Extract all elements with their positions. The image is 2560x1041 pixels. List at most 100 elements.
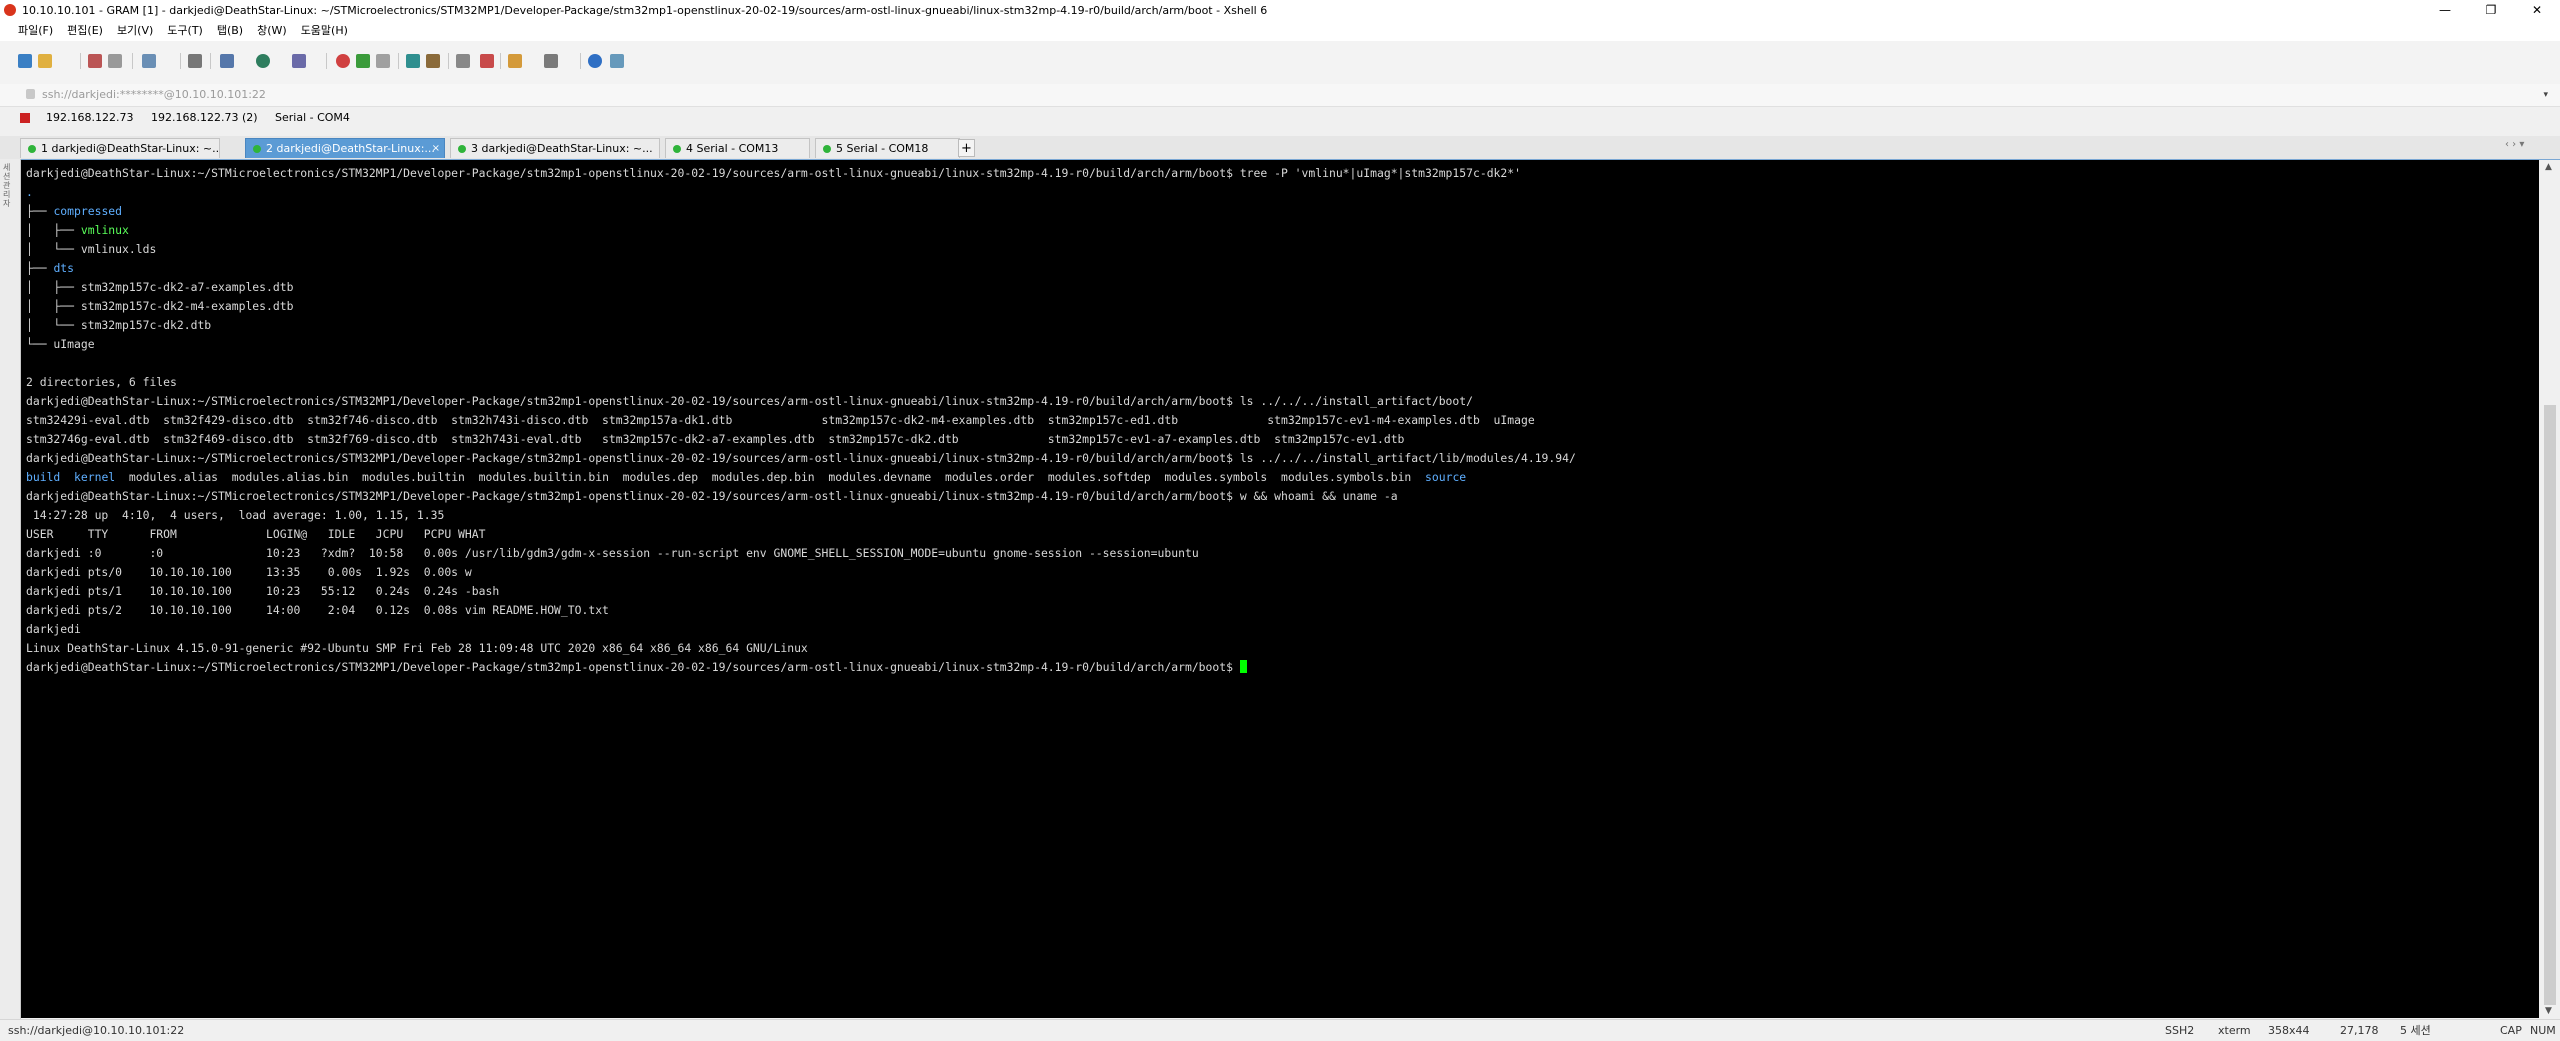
close-button[interactable]: ✕ — [2514, 0, 2560, 21]
session-link-192-168-122-73-2[interactable]: 192.168.122.73 (2) — [151, 107, 258, 129]
terminal-text: ├── — [26, 261, 54, 275]
window-controls: — ❐ ✕ — [2422, 0, 2560, 21]
minimize-button[interactable]: — — [2422, 0, 2468, 21]
terminal-text: . — [26, 185, 33, 199]
find-icon[interactable] — [188, 54, 202, 68]
terminal-line: darkjedi@DeathStar-Linux:~/STMicroelectr… — [26, 658, 2539, 677]
tab-session-1[interactable]: 1 darkjedi@DeathStar-Linux: ~... — [20, 138, 220, 158]
tab-session-2[interactable]: 2 darkjedi@DeathStar-Linux:... × — [245, 138, 445, 158]
terminal-line: darkjedi pts/2 10.10.10.100 14:00 2:04 0… — [26, 601, 2539, 620]
terminal-line: stm32746g-eval.dtb stm32f469-disco.dtb s… — [26, 430, 2539, 449]
menu-bar: 파일(F) 편집(E) 보기(V) 도구(T) 탭(B) 창(W) 도움말(H) — [0, 21, 2560, 41]
terminal-output[interactable]: darkjedi@DeathStar-Linux:~/STMicroelectr… — [21, 160, 2539, 1018]
tab-navigation-icon[interactable]: ‹ › ▾ — [2505, 139, 2524, 150]
scrollbar-thumb[interactable] — [2544, 405, 2556, 1005]
connected-status-icon — [28, 145, 36, 153]
toolbar-separator — [132, 53, 133, 69]
status-session-count: 5 세션 — [2400, 1024, 2431, 1037]
terminal-line: darkjedi@DeathStar-Linux:~/STMicroelectr… — [26, 164, 2539, 183]
tab-serial-com18[interactable]: 5 Serial - COM18 — [815, 138, 960, 158]
terminal-text: build — [26, 470, 61, 484]
xmanager-icon[interactable] — [356, 54, 370, 68]
terminal-text: 2 directories, 6 files — [26, 375, 177, 389]
layout-icon[interactable] — [544, 54, 558, 68]
toolbar-separator — [210, 53, 211, 69]
tab-label: 2 darkjedi@DeathStar-Linux:... — [266, 142, 435, 155]
session-link-192-168-122-73[interactable]: 192.168.122.73 — [46, 107, 133, 129]
close-tab-icon[interactable]: × — [432, 139, 440, 158]
terminal-line: │ ├── stm32mp157c-dk2-a7-examples.dtb — [26, 278, 2539, 297]
new-tab-button[interactable]: + — [958, 139, 975, 157]
menu-window[interactable]: 창(W) — [250, 21, 294, 41]
status-caps-lock: CAP — [2500, 1024, 2522, 1037]
title-bar: 10.10.10.101 - GRAM [1] - darkjedi@Death… — [0, 0, 2560, 21]
tab-serial-com13[interactable]: 4 Serial - COM13 — [665, 138, 810, 158]
status-num-lock: NUM — [2530, 1024, 2556, 1037]
terminal-text: compressed — [53, 204, 123, 218]
status-terminal-type: xterm — [2218, 1024, 2251, 1037]
tab-label: 3 darkjedi@DeathStar-Linux: ~... — [471, 142, 653, 155]
menu-help[interactable]: 도움말(H) — [294, 21, 355, 41]
tab-label: 5 Serial - COM18 — [836, 142, 929, 155]
fullscreen-icon[interactable] — [406, 54, 420, 68]
chat-icon[interactable] — [610, 54, 624, 68]
session-manager-sidebar[interactable]: 세션관리자 — [0, 159, 21, 1019]
menu-view[interactable]: 보기(V) — [110, 21, 160, 41]
terminal-line: ├── dts — [26, 259, 2539, 278]
scroll-up-icon[interactable]: ▲ — [2545, 162, 2552, 172]
terminal-text: darkjedi@DeathStar-Linux:~/STMicroelectr… — [26, 394, 1473, 408]
compose-icon[interactable] — [508, 54, 522, 68]
font-icon[interactable] — [292, 54, 306, 68]
connected-status-icon — [253, 145, 261, 153]
help-icon[interactable] — [588, 54, 602, 68]
address-field[interactable]: ssh://darkjedi:********@10.10.10.101:22 — [42, 84, 266, 106]
status-bar: ssh://darkjedi@10.10.10.101:22 SSH2 xter… — [0, 1019, 2560, 1041]
address-dropdown-icon[interactable]: ▾ — [2543, 84, 2548, 106]
disconnect-icon[interactable] — [108, 54, 122, 68]
terminal-line: Linux DeathStar-Linux 4.15.0-91-generic … — [26, 639, 2539, 658]
properties-icon[interactable] — [142, 54, 156, 68]
toolbar-separator — [80, 53, 81, 69]
session-link-serial-com4[interactable]: Serial - COM4 — [275, 107, 350, 129]
lock-icon[interactable] — [376, 54, 390, 68]
menu-edit[interactable]: 편집(E) — [60, 21, 110, 41]
xftp-icon[interactable] — [336, 54, 350, 68]
scroll-down-icon[interactable]: ▼ — [2545, 1006, 2552, 1016]
terminal-line: darkjedi :0 :0 10:23 ?xdm? 10:58 0.00s /… — [26, 544, 2539, 563]
globe-icon[interactable] — [256, 54, 270, 68]
terminal-text: darkjedi@DeathStar-Linux:~/STMicroelectr… — [26, 451, 1576, 465]
terminal-cursor — [1239, 660, 1247, 673]
connected-status-icon — [673, 145, 681, 153]
toolbar-separator — [398, 53, 399, 69]
highlight-icon[interactable] — [480, 54, 494, 68]
terminal-text: darkjedi :0 :0 10:23 ?xdm? 10:58 0.00s /… — [26, 546, 1199, 560]
transfer-icon[interactable] — [220, 54, 234, 68]
open-folder-icon[interactable] — [38, 54, 52, 68]
keyboard-icon[interactable] — [456, 54, 470, 68]
terminal-text: darkjedi@DeathStar-Linux:~/STMicroelectr… — [26, 166, 1521, 180]
connected-status-icon — [458, 145, 466, 153]
xshell-app-icon[interactable] — [4, 4, 16, 16]
session-tab-bar: 1 darkjedi@DeathStar-Linux: ~... 2 darkj… — [0, 136, 2560, 160]
new-session-icon[interactable] — [18, 54, 32, 68]
script-icon[interactable] — [426, 54, 440, 68]
lock-icon — [26, 89, 35, 99]
menu-file[interactable]: 파일(F) — [0, 21, 60, 41]
terminal-text: USER TTY FROM LOGIN@ IDLE JCPU PCPU WHAT — [26, 527, 486, 541]
terminal-text: darkjedi pts/1 10.10.10.100 10:23 55:12 … — [26, 584, 500, 598]
menu-tab[interactable]: 탭(B) — [210, 21, 250, 41]
maximize-button[interactable]: ❐ — [2468, 0, 2514, 21]
terminal-line: darkjedi@DeathStar-Linux:~/STMicroelectr… — [26, 449, 2539, 468]
terminal-scrollbar[interactable]: ▲ ▼ — [2540, 160, 2560, 1018]
address-bar[interactable]: ssh://darkjedi:********@10.10.10.101:22 … — [0, 84, 2560, 107]
terminal-line: │ ├── stm32mp157c-dk2-m4-examples.dtb — [26, 297, 2539, 316]
terminal-line: 2 directories, 6 files — [26, 373, 2539, 392]
terminal-line: stm32429i-eval.dtb stm32f429-disco.dtb s… — [26, 411, 2539, 430]
toolbar-separator — [180, 53, 181, 69]
terminal-text: darkjedi pts/2 10.10.10.100 14:00 2:04 0… — [26, 603, 609, 617]
tab-session-3[interactable]: 3 darkjedi@DeathStar-Linux: ~... — [450, 138, 660, 158]
toolbar-separator — [326, 53, 327, 69]
connect-icon[interactable] — [88, 54, 102, 68]
terminal-text: Linux DeathStar-Linux 4.15.0-91-generic … — [26, 641, 808, 655]
menu-tools[interactable]: 도구(T) — [160, 21, 210, 41]
